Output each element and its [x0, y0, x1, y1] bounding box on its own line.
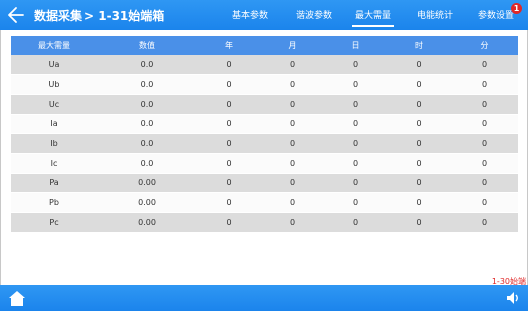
- column-header: 月: [261, 36, 324, 55]
- table-cell: 0: [197, 114, 261, 135]
- table-cell: 0: [261, 173, 324, 194]
- row-label-cell: Pa: [11, 173, 97, 194]
- back-arrow-icon[interactable]: [6, 5, 26, 25]
- content-area: 最大需量 数值 年 月 日 时 分 Ua 0.0 0 0 0 0 0 Ub 0.0 0 0 0 0 0 Uc…: [0, 30, 528, 285]
- row-label-cell: Ia: [11, 114, 97, 135]
- table-cell: 0: [324, 114, 387, 135]
- table-cell: 0: [387, 74, 451, 95]
- table-cell: 0: [387, 133, 451, 154]
- table-cell: 0: [451, 74, 518, 95]
- home-icon[interactable]: [8, 290, 26, 307]
- table-cell: 0: [197, 212, 261, 233]
- table-cell: 0: [451, 114, 518, 135]
- table-cell: 0: [451, 173, 518, 194]
- table-cell: 0: [197, 153, 261, 174]
- row-label-cell: Ib: [11, 133, 97, 154]
- table-row: Ib 0.0 0 0 0 0 0: [11, 133, 518, 154]
- table-cell: 0: [197, 133, 261, 154]
- table-cell: 0: [324, 133, 387, 154]
- table-cell: 0: [451, 192, 518, 213]
- table-cell: 0: [261, 212, 324, 233]
- row-label-cell: Uc: [11, 94, 97, 115]
- table-cell: 0.0: [97, 114, 197, 135]
- row-label-cell: Ua: [11, 55, 97, 76]
- table-cell: 0: [387, 94, 451, 115]
- table-cell: 0.00: [97, 212, 197, 233]
- table-cell: 0: [387, 192, 451, 213]
- table-cell: 0: [324, 212, 387, 233]
- table-row: Pa 0.00 0 0 0 0 0: [11, 173, 518, 194]
- page-title: 数据采集: [34, 9, 83, 23]
- table-cell: 0.0: [97, 55, 197, 76]
- table-cell: 0: [197, 94, 261, 115]
- table-cell: 0.00: [97, 192, 197, 213]
- table-cell: 0.00: [97, 173, 197, 194]
- column-header: 时: [387, 36, 451, 55]
- table-row: Ia 0.0 0 0 0 0 0: [11, 114, 518, 135]
- table-row: Pc 0.00 0 0 0 0 0: [11, 212, 518, 233]
- table-row: Ub 0.0 0 0 0 0 0: [11, 74, 518, 95]
- table-cell: 0: [261, 192, 324, 213]
- tab-basic-params[interactable]: 基本参数: [232, 8, 268, 21]
- table-cell: 0: [387, 114, 451, 135]
- table-cell: 0: [451, 212, 518, 233]
- row-label-cell: Ic: [11, 153, 97, 174]
- table-row: Uc 0.0 0 0 0 0 0: [11, 94, 518, 115]
- column-header: 分: [451, 36, 518, 55]
- table-cell: 0: [451, 55, 518, 76]
- table-cell: 0: [261, 153, 324, 174]
- table-cell: 0: [324, 153, 387, 174]
- tab-harmonic-params[interactable]: 谐波参数: [296, 8, 332, 21]
- top-bar: 数据采集 > 1-31始端箱 基本参数 谐波参数 最大需量 电能统计 参数设置 …: [0, 0, 528, 30]
- table-cell: 0.0: [97, 153, 197, 174]
- table-cell: 0.0: [97, 133, 197, 154]
- column-header: 日: [324, 36, 387, 55]
- table-cell: 0: [387, 55, 451, 76]
- breadcrumb: > 1-31始端箱: [84, 9, 165, 23]
- table-cell: 0: [261, 74, 324, 95]
- row-label-cell: Pb: [11, 192, 97, 213]
- max-demand-table: 最大需量 数值 年 月 日 时 分 Ua 0.0 0 0 0 0 0 Ub 0.0 0 0 0 0 0 Uc…: [11, 36, 518, 233]
- table-cell: 0.0: [97, 74, 197, 95]
- table-cell: 0: [387, 173, 451, 194]
- notification-badge[interactable]: 1: [511, 3, 522, 14]
- table-cell: 0: [451, 94, 518, 115]
- tab-max-demand[interactable]: 最大需量: [351, 8, 395, 27]
- column-header: 最大需量: [11, 36, 97, 55]
- table-header-row: 最大需量 数值 年 月 日 时 分: [11, 36, 518, 55]
- table-cell: 0: [324, 55, 387, 76]
- table-row: Ic 0.0 0 0 0 0 0: [11, 153, 518, 174]
- table-cell: 0: [261, 94, 324, 115]
- table-cell: 0: [261, 55, 324, 76]
- table-cell: 0: [387, 153, 451, 174]
- tab-energy-stats[interactable]: 电能统计: [417, 8, 453, 21]
- table-row: Ua 0.0 0 0 0 0 0: [11, 55, 518, 76]
- tab-settings[interactable]: 参数设置: [478, 8, 514, 21]
- table-cell: 0.0: [97, 94, 197, 115]
- table-cell: 0: [387, 212, 451, 233]
- column-header: 年: [197, 36, 261, 55]
- table-cell: 0: [197, 192, 261, 213]
- row-label-cell: Pc: [11, 212, 97, 233]
- table-cell: 0: [451, 133, 518, 154]
- row-label-cell: Ub: [11, 74, 97, 95]
- table-cell: 0: [261, 133, 324, 154]
- bottom-bar: [0, 285, 528, 311]
- table-cell: 0: [451, 153, 518, 174]
- table-cell: 0: [197, 55, 261, 76]
- table-row: Pb 0.00 0 0 0 0 0: [11, 192, 518, 213]
- speaker-icon[interactable]: [505, 290, 521, 306]
- table-cell: 0: [261, 114, 324, 135]
- table-cell: 0: [324, 94, 387, 115]
- table-cell: 0: [197, 173, 261, 194]
- column-header: 数值: [97, 36, 197, 55]
- table-cell: 0: [324, 74, 387, 95]
- table-cell: 0: [324, 173, 387, 194]
- table-cell: 0: [324, 192, 387, 213]
- table-cell: 0: [197, 74, 261, 95]
